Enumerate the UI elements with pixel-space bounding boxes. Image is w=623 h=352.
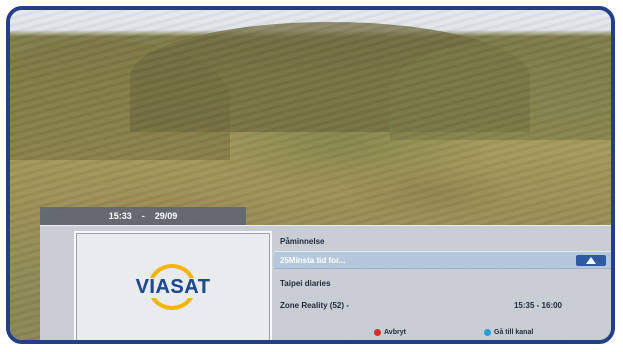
channel-row: Zone Reality (52) - 15:35 - 16:00: [274, 296, 611, 314]
cancel-button[interactable]: Avbryt: [374, 329, 406, 336]
cancel-label: Avbryt: [384, 329, 406, 336]
current-date: 29/09: [154, 211, 178, 221]
go-to-channel-label: Gå till kanal: [494, 329, 534, 336]
reminder-panel: VIASAT Påminnelse 25Minsta tid for... Ta…: [40, 225, 611, 340]
program-time: 15:35 - 16:00: [513, 300, 562, 310]
go-to-channel-button[interactable]: Gå till kanal: [484, 329, 533, 336]
current-time: 15:33: [108, 211, 132, 221]
action-bar: Avbryt Gå till kanal: [274, 329, 611, 340]
logo-text: VIASAT: [135, 276, 211, 298]
reminder-info: Påminnelse 25Minsta tid for... Taipei di…: [274, 226, 611, 340]
blue-button-icon: [484, 329, 491, 336]
datetime-bar: 15:33 - 29/09: [40, 207, 246, 225]
channel-logo-box: VIASAT: [74, 231, 272, 340]
red-button-icon: [374, 329, 381, 336]
channel-name: Zone Reality (52) -: [280, 300, 349, 310]
reminder-time-label: 25Minsta tid for...: [280, 255, 346, 265]
tv-screen-frame: 15:33 - 29/09 VIASAT Påminnelse 25Minsta…: [6, 6, 615, 344]
reminder-title: Påminnelse: [280, 236, 325, 246]
datetime-separator: -: [141, 211, 145, 221]
up-arrow-button[interactable]: [576, 255, 606, 266]
viasat-logo: VIASAT: [118, 262, 228, 312]
reminder-time-option[interactable]: 25Minsta tid for...: [274, 251, 611, 269]
program-title: Taipei diaries: [280, 278, 331, 288]
up-arrow-icon: [586, 257, 596, 264]
